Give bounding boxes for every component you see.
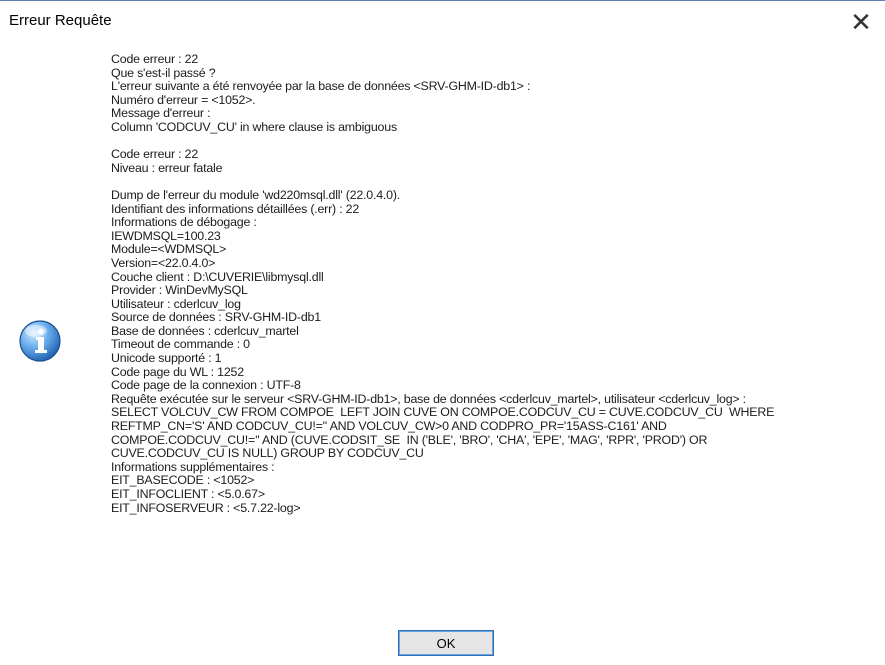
message-line: REFTMP_CN='S' AND CODCUV_CU!='' AND VOLC… — [111, 419, 667, 434]
message-line: Message d'erreur : — [111, 106, 211, 121]
error-dialog: Erreur Requête ✕ Code erreur : 22 Que s'e… — [0, 0, 885, 665]
message-line: Column 'CODCUV_CU' in where clause is am… — [111, 119, 397, 134]
message-line: EIT_INFOSERVEUR : <5.7.22-log> — [111, 500, 301, 515]
message-block: Code erreur : 22 Niveau : erreur fatale — [111, 148, 871, 175]
message-line: Dump de l'erreur du module 'wd220msql.dl… — [111, 187, 401, 202]
message-line: Code erreur : 22 — [111, 52, 199, 66]
information-icon — [19, 320, 61, 362]
title-bar[interactable]: Erreur Requête ✕ — [0, 1, 885, 45]
message-line: SELECT VOLCUV_CW FROM COMPOE LEFT JOIN C… — [111, 405, 775, 420]
ok-button-label: OK — [436, 635, 456, 651]
message-line: Provider : WinDevMySQL — [111, 283, 248, 298]
message-block: Dump de l'erreur du module 'wd220msql.dl… — [111, 187, 871, 515]
message-line: Timeout de commande : 0 — [111, 337, 250, 352]
error-message: Code erreur : 22 Que s'est-il passé ? L'er… — [111, 52, 871, 515]
message-line: Code erreur : 22 — [111, 147, 199, 162]
dialog-title: Erreur Requête — [9, 12, 112, 29]
message-line: Que s'est-il passé ? — [111, 65, 216, 80]
message-line: L'erreur suivante a été renvoyée par la … — [111, 79, 531, 94]
message-line: IEWDMSQL=100.23 — [111, 228, 221, 243]
message-line: Numéro d'erreur = <1052>. — [111, 92, 256, 107]
ok-button[interactable]: OK — [398, 630, 494, 656]
message-line: Requête exécutée sur le serveur <SRV-GHM… — [111, 391, 746, 406]
window-edge — [0, 45, 8, 665]
message-line: Identifiant des informations détaillées … — [111, 201, 360, 216]
message-line: Couche client : D:\CUVERIE\libmysql.dll — [111, 269, 324, 284]
close-icon: ✕ — [850, 7, 872, 37]
message-line: Code page du WL : 1252 — [111, 364, 244, 379]
message-line: Utilisateur : cderlcuv_log — [111, 296, 241, 311]
message-line: Informations supplémentaires : — [111, 459, 275, 474]
message-line: Niveau : erreur fatale — [111, 160, 223, 175]
message-line: EIT_BASECODE : <1052> — [111, 473, 255, 488]
message-line: Source de données : SRV-GHM-ID-db1 — [111, 310, 321, 325]
message-line: Code page de la connexion : UTF-8 — [111, 378, 301, 393]
message-line: COMPOE.CODCUV_CU!='' AND (CUVE.CODSIT_SE… — [111, 432, 708, 447]
message-block: Code erreur : 22 Que s'est-il passé ? L'er… — [111, 52, 871, 135]
message-line: CUVE.CODCUV_CU IS NULL) GROUP BY CODCUV_… — [111, 446, 424, 461]
close-button[interactable]: ✕ — [843, 5, 879, 39]
message-line: EIT_INFOCLIENT : <5.0.67> — [111, 487, 265, 501]
message-line: Informations de débogage : — [111, 215, 257, 230]
message-line: Version=<22.0.4.0> — [111, 255, 216, 270]
message-line: Module=<WDMSQL> — [111, 242, 227, 257]
message-line: Base de données : cderlcuv_martel — [111, 323, 299, 338]
message-line: Unicode supporté : 1 — [111, 351, 222, 366]
